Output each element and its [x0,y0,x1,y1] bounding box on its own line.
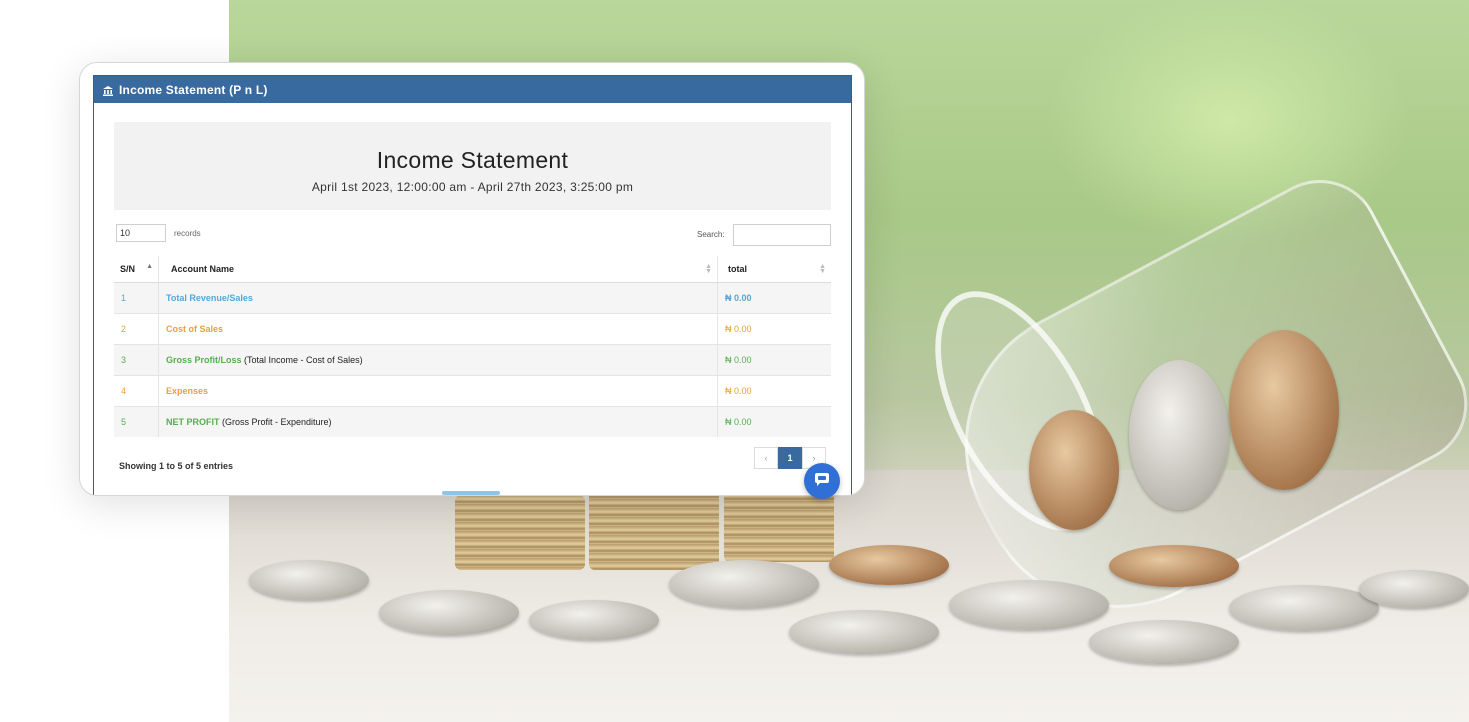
table-row: 5 NET PROFIT (Gross Profit - Expenditure… [114,406,831,437]
pagination-page-button[interactable]: 1 [778,447,802,469]
row-sn: 2 [114,313,159,345]
pagination-prev-button[interactable]: ‹ [754,447,778,469]
search-input[interactable] [733,224,831,246]
app-window-frame: Income Statement (P n L) Income Statemen… [79,62,865,496]
coin [249,560,369,600]
table-info: Showing 1 to 5 of 5 entries [119,461,234,471]
coin [379,590,519,635]
row-account: Gross Profit/Loss (Total Income - Cost o… [158,344,718,376]
panel-title: Income Statement (P n L) [119,82,268,97]
coin [669,560,819,608]
row-sn: 5 [114,406,159,437]
account-name-link[interactable]: Gross Profit/Loss [166,355,242,365]
coin [529,600,659,640]
coin [1229,330,1339,490]
bank-icon [102,85,114,96]
sort-icon: ▲ ▼ [705,263,712,275]
row-account: Total Revenue/Sales [158,282,718,314]
search-label: Search: [697,230,725,239]
table-row: 2 Cost of Sales ₦ 0.00 [114,313,831,345]
row-total: ₦ 0.00 [717,344,831,376]
coin [1229,585,1379,631]
coin-stack [589,490,719,570]
coin [829,545,949,585]
table-row: 4 Expenses ₦ 0.00 [114,375,831,407]
account-name-link[interactable]: Total Revenue/Sales [166,293,253,303]
account-name-link[interactable]: Cost of Sales [166,324,223,334]
coin-stack [455,495,585,570]
account-name-link[interactable]: Expenses [166,386,208,396]
column-header-total[interactable]: total ▲ ▼ [717,256,831,283]
row-total: ₦ 0.00 [717,375,831,407]
coin-stack [724,492,834,562]
account-note: (Total Income - Cost of Sales) [244,355,363,365]
row-account: Cost of Sales [158,313,718,345]
coin [1109,545,1239,587]
account-note: (Gross Profit - Expenditure) [222,417,332,427]
row-sn: 4 [114,375,159,407]
chat-button[interactable] [804,463,840,499]
table-row: 1 Total Revenue/Sales ₦ 0.00 [114,282,831,314]
row-total: ₦ 0.00 [717,282,831,314]
row-account: NET PROFIT (Gross Profit - Expenditure) [158,406,718,437]
coin [1089,620,1239,664]
statement-heading: Income Statement April 1st 2023, 12:00:0… [114,122,831,210]
sort-asc-icon: ▲ [146,263,153,270]
row-sn: 3 [114,344,159,376]
statement-title: Income Statement [376,147,569,173]
account-name-link[interactable]: NET PROFIT [166,417,220,427]
row-sn: 1 [114,282,159,314]
statement-date-range: April 1st 2023, 12:00:00 am - April 27th… [311,180,634,194]
table-header-row: S/N ▲ Account Name ▲ ▼ total ▲ ▼ [114,256,831,283]
row-total: ₦ 0.00 [717,406,831,437]
column-header-account-name[interactable]: Account Name ▲ ▼ [158,256,718,283]
coin [1029,410,1119,530]
coin [1359,570,1469,608]
chat-bubble-icon [814,471,830,492]
income-statement-table: S/N ▲ Account Name ▲ ▼ total ▲ ▼ 1 Total Reve… [114,256,831,437]
coin [1129,360,1229,510]
row-account: Expenses [158,375,718,407]
coin [789,610,939,654]
row-total: ₦ 0.00 [717,313,831,345]
device-indicator [442,491,500,495]
column-header-sn[interactable]: S/N ▲ [114,256,159,283]
records-label: records [174,229,201,238]
records-per-page-input[interactable] [116,224,166,242]
coin [949,580,1109,630]
panel-header: Income Statement (P n L) [94,76,851,103]
income-statement-panel: Income Statement (P n L) Income Statemen… [93,75,852,495]
table-row: 3 Gross Profit/Loss (Total Income - Cost… [114,344,831,376]
sort-icon: ▲ ▼ [819,263,826,275]
